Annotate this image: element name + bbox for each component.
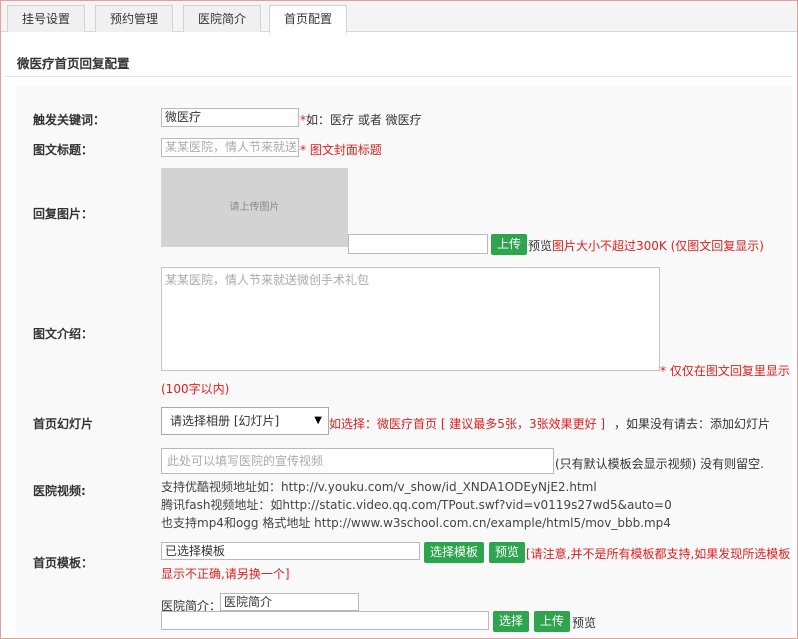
slideshow-add-link[interactable]: ，如果没有请去：添加幻灯片	[614, 415, 770, 432]
slideshow-select[interactable]: 请选择相册 [幻灯片] ▼	[161, 407, 329, 435]
reply-image-label: 回复图片：	[33, 207, 94, 221]
tab-home-config[interactable]: 首页配置	[269, 5, 347, 33]
video-hint: (只有默认模板会显示视频) 没有则留空.	[555, 457, 764, 471]
article-intro-label: 图文介绍：	[33, 327, 94, 341]
template-select-button[interactable]: 选择模板	[424, 542, 484, 563]
article-intro-hint: * 仅仅在图文回复里显示	[660, 364, 790, 378]
template-label: 首页模板：	[33, 556, 94, 570]
template-preview-button[interactable]: 预览	[489, 542, 525, 563]
article-title-hint: * 图文封面标题	[300, 143, 382, 157]
divider	[5, 76, 792, 77]
trigger-keyword-example: 如：医疗 或者 微医疗	[306, 113, 422, 127]
video-youku-example: 支持优酷视频地址如：http://v.youku.com/v_show/id_X…	[161, 480, 597, 494]
tab-appointment-management[interactable]: 预约管理	[95, 5, 173, 32]
dropdown-arrow-icon: ▼	[314, 415, 322, 426]
trigger-keyword-input[interactable]: 微医疗	[161, 108, 299, 127]
video-qq-example: 腾讯fash视频地址：如http://static.video.qq.com/T…	[161, 498, 672, 512]
article-title-label: 图文标题：	[33, 143, 94, 157]
section-title: 微医疗首页回复配置	[17, 56, 130, 71]
template-hint-line1: [请注意,并不是所有模板都支持,如果发现所选模板	[526, 547, 791, 561]
tab-bar: 挂号设置 预约管理 医院简介 首页配置	[1, 1, 797, 33]
video-input[interactable]: 此处可以填写医院的宣传视频	[161, 448, 554, 474]
intro-item-input[interactable]: 医院简介	[220, 593, 359, 611]
video-label: 医院视频:	[33, 484, 86, 498]
reply-image-preview-link[interactable]: 预览	[528, 237, 552, 254]
intro-item-path-input[interactable]	[161, 611, 489, 630]
tab-registration-settings[interactable]: 挂号设置	[7, 5, 85, 32]
slideshow-label: 首页幻灯片	[33, 417, 94, 431]
trigger-keyword-label: 触发关键词：	[33, 113, 106, 127]
reply-image-upload-button[interactable]: 上传	[491, 234, 527, 255]
intro-item-upload-button[interactable]: 上传	[534, 611, 570, 632]
article-intro-limit: (100字以内)	[161, 382, 230, 396]
tab-hospital-intro[interactable]: 医院简介	[183, 5, 261, 32]
article-title-input[interactable]: 某某医院，情人节来就送	[161, 138, 299, 157]
slideshow-selected-value: 请选择相册 [幻灯片]	[170, 414, 280, 428]
template-input[interactable]: 已选择模板	[161, 542, 420, 560]
video-mp4-example: 也支持mp4和ogg 格式地址 http://www.w3school.com.…	[161, 516, 671, 530]
template-hint-line2: 显示不正确,请另换一个]	[161, 567, 290, 581]
intro-item-preview-link[interactable]: 预览	[572, 614, 596, 631]
reply-image-hint: 图片大小不超过300K (仅图文回复显示)	[552, 239, 764, 253]
reply-image-path-input[interactable]	[348, 234, 488, 254]
article-intro-textarea[interactable]: 某某医院，情人节来就送微创手术礼包	[161, 267, 660, 371]
image-placeholder: 请上传图片	[161, 168, 348, 247]
slideshow-hint: 如选择：微医疗首页 [ 建议最多5张，3张效果更好 ]	[329, 417, 606, 431]
intro-item-select-button[interactable]: 选择	[493, 611, 529, 632]
trigger-keyword-hint: *如：医疗 或者 微医疗	[300, 111, 422, 128]
